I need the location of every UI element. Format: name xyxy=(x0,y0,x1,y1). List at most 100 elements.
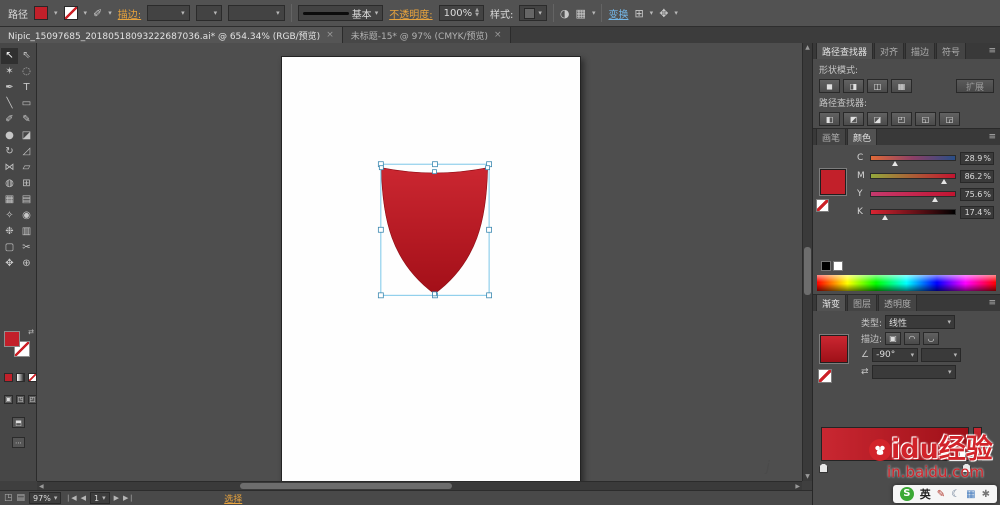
magenta-slider[interactable] xyxy=(870,170,956,184)
tab-symbols[interactable]: 符号 xyxy=(936,42,967,59)
tab-stroke[interactable]: 描边 xyxy=(905,42,936,59)
artboard[interactable] xyxy=(281,56,581,481)
scroll-up-icon[interactable]: ▲ xyxy=(803,44,812,51)
column-graph-tool[interactable]: ▥ xyxy=(18,224,35,240)
swap-fill-stroke-icon[interactable]: ⇄ xyxy=(28,328,34,336)
black-slider[interactable] xyxy=(870,206,956,220)
gradient-button[interactable] xyxy=(16,373,25,382)
draw-normal-button[interactable]: ▣ xyxy=(4,395,13,404)
isolate-icon[interactable]: ✥ xyxy=(659,7,668,20)
draw-inside-button[interactable]: ◰ xyxy=(28,395,37,404)
gradient-swatch[interactable] xyxy=(819,334,849,364)
panel-menu-icon[interactable]: ≡ xyxy=(988,298,996,308)
current-stroke-swatch[interactable] xyxy=(816,199,829,212)
symbol-sprayer-tool[interactable]: ❉ xyxy=(1,224,18,240)
white-swatch[interactable] xyxy=(833,261,843,271)
eyedropper-tool[interactable]: ✧ xyxy=(1,208,18,224)
divide-button[interactable]: ◧ xyxy=(819,112,840,126)
gradient-ramp[interactable] xyxy=(821,427,969,461)
zoom-select[interactable]: 97% ▾ xyxy=(29,492,62,504)
crop-button[interactable]: ◰ xyxy=(891,112,912,126)
opacity-field[interactable]: 100% ▲ ▼ xyxy=(438,5,485,21)
blob-brush-tool[interactable]: ● xyxy=(1,128,18,144)
eraser-tool[interactable]: ◪ xyxy=(18,128,35,144)
last-artboard-icon[interactable]: ▶❘ xyxy=(123,494,134,502)
grid-icon[interactable]: ▤ xyxy=(17,493,26,503)
scale-tool[interactable]: ◿ xyxy=(18,144,35,160)
reverse-gradient-icon[interactable]: ⇄ xyxy=(861,367,869,377)
stroke-across-icon[interactable]: ◡ xyxy=(923,332,940,345)
document-tab-2[interactable]: 未标题-15* @ 97% (CMYK/预览) × xyxy=(342,27,511,43)
mesh-tool[interactable]: ▦ xyxy=(1,192,18,208)
blend-tool[interactable]: ◉ xyxy=(18,208,35,224)
gradient-type-select[interactable]: 线性 ▾ xyxy=(885,315,956,329)
artboard-nav-field[interactable]: 1 ▾ xyxy=(89,492,110,504)
fill-color-swatch[interactable] xyxy=(34,6,48,20)
intersect-button[interactable]: ◫ xyxy=(867,79,888,93)
color-spectrum[interactable] xyxy=(817,275,996,291)
tab-pathfinder[interactable]: 路径查找器 xyxy=(816,42,874,59)
document-tab-1[interactable]: Nipic_15097685_20180518093222687036.ai* … xyxy=(0,27,343,43)
first-artboard-icon[interactable]: ❘◀ xyxy=(65,494,76,502)
close-icon[interactable]: × xyxy=(326,30,334,40)
hand-tool[interactable]: ✥ xyxy=(1,256,18,272)
transform-link[interactable]: 变换 xyxy=(608,6,628,21)
tab-brushes[interactable]: 画笔 xyxy=(816,128,847,145)
rotate-tool[interactable]: ↻ xyxy=(1,144,18,160)
gradient-stroke-swatch[interactable] xyxy=(818,369,832,383)
scroll-down-icon[interactable]: ▼ xyxy=(803,473,812,480)
brush-definition-icon[interactable]: ✐ xyxy=(93,7,102,20)
minus-front-button[interactable]: ◨ xyxy=(843,79,864,93)
brush-select[interactable]: ▾ xyxy=(228,5,285,21)
stroke-along-icon[interactable]: ◠ xyxy=(904,332,921,345)
pen-tool[interactable]: ✒ xyxy=(1,80,18,96)
direct-selection-tool[interactable]: ⇖ xyxy=(18,48,35,64)
slider-thumb-icon[interactable] xyxy=(941,179,948,184)
fill-swatch[interactable] xyxy=(4,331,20,347)
settings-icon[interactable]: ✱ xyxy=(982,489,990,500)
horizontal-scroll-thumb[interactable] xyxy=(240,483,452,489)
pencil-tool[interactable]: ✎ xyxy=(18,112,35,128)
toolbar-more-button[interactable]: ⋯ xyxy=(12,437,25,448)
expand-button[interactable]: 扩展 xyxy=(956,79,994,93)
variable-width-select[interactable]: ▾ xyxy=(195,5,223,21)
outline-button[interactable]: ◱ xyxy=(915,112,936,126)
document-setup-icon[interactable]: ◑ xyxy=(560,7,570,20)
stroke-color-swatch[interactable] xyxy=(63,6,78,20)
prev-artboard-icon[interactable]: ◀ xyxy=(81,494,86,502)
cyan-slider[interactable] xyxy=(870,152,956,166)
paintbrush-tool[interactable]: ✐ xyxy=(1,112,18,128)
color-button[interactable] xyxy=(4,373,13,382)
yellow-value-field[interactable]: 75.6% xyxy=(960,187,994,201)
align-icon[interactable]: ⊞ xyxy=(634,7,643,20)
slider-thumb-icon[interactable] xyxy=(881,215,888,220)
lasso-tool[interactable]: ◌ xyxy=(18,64,35,80)
slice-tool[interactable]: ✂ xyxy=(18,240,35,256)
ime-language-toggle[interactable]: 英 xyxy=(920,486,931,502)
stroke-within-icon[interactable]: ▣ xyxy=(885,332,902,345)
selection-tool[interactable]: ↖ xyxy=(1,48,18,64)
shape-builder-tool[interactable]: ◍ xyxy=(1,176,18,192)
style-select[interactable]: ▾ xyxy=(519,5,547,21)
pen-mode-icon[interactable]: ✎ xyxy=(937,489,945,500)
artboard-tool[interactable]: ▢ xyxy=(1,240,18,256)
collapse-icon[interactable]: ◳ xyxy=(4,493,13,503)
black-swatch[interactable] xyxy=(821,261,831,271)
merge-button[interactable]: ◪ xyxy=(867,112,888,126)
magic-wand-tool[interactable]: ✶ xyxy=(1,64,18,80)
tab-color[interactable]: 颜色 xyxy=(847,128,878,145)
current-fill-swatch[interactable] xyxy=(819,168,847,196)
next-artboard-icon[interactable]: ▶ xyxy=(114,494,119,502)
stroke-weight-select[interactable]: ▾ xyxy=(147,5,190,21)
gradient-tool[interactable]: ▤ xyxy=(18,192,35,208)
preferences-grid-icon[interactable]: ▦ xyxy=(576,7,586,20)
night-mode-icon[interactable]: ☾ xyxy=(951,489,960,500)
shield-shape[interactable] xyxy=(381,167,488,295)
panel-menu-icon[interactable]: ≡ xyxy=(988,46,996,56)
perspective-grid-tool[interactable]: ⊞ xyxy=(18,176,35,192)
width-tool[interactable]: ⋈ xyxy=(1,160,18,176)
line-segment-tool[interactable]: ╲ xyxy=(1,96,18,112)
trim-button[interactable]: ◩ xyxy=(843,112,864,126)
draw-behind-button[interactable]: ◳ xyxy=(16,395,25,404)
screen-mode-button[interactable]: ⬒ xyxy=(12,417,25,428)
